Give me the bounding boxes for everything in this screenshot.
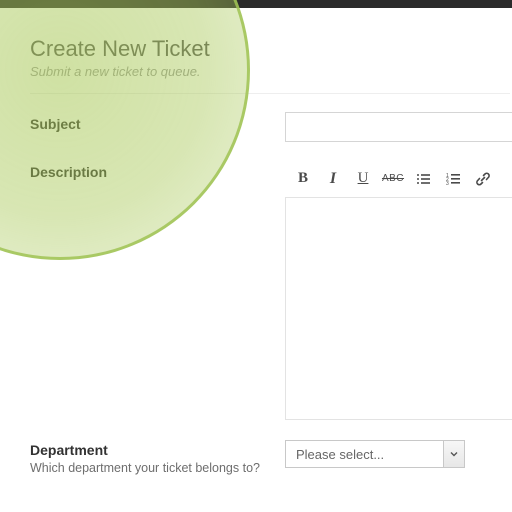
bullet-list-button[interactable]: [409, 165, 437, 193]
italic-button[interactable]: I: [319, 165, 347, 193]
divider: [30, 93, 510, 94]
subject-input[interactable]: [285, 112, 512, 142]
department-help: Which department your ticket belongs to?: [30, 460, 285, 478]
ticket-form: Create New Ticket Submit a new ticket to…: [0, 8, 512, 478]
link-button[interactable]: [469, 165, 497, 193]
rich-text-editor: B I U ABC 123: [285, 160, 512, 420]
department-select[interactable]: Please select...: [285, 440, 465, 468]
svg-text:3: 3: [446, 181, 449, 186]
subject-label: Subject: [30, 116, 285, 132]
subject-row: Subject: [30, 112, 512, 142]
department-label: Department: [30, 442, 285, 458]
strikethrough-button[interactable]: ABC: [379, 165, 407, 193]
bold-button[interactable]: B: [289, 165, 317, 193]
page-title: Create New Ticket: [30, 36, 512, 62]
description-row: Description B I U ABC 123: [30, 160, 512, 420]
numbered-list-button[interactable]: 123: [439, 165, 467, 193]
editor-toolbar: B I U ABC 123: [285, 160, 512, 198]
department-select-value[interactable]: Please select...: [285, 440, 465, 468]
page-subtitle: Submit a new ticket to queue.: [30, 64, 512, 79]
underline-button[interactable]: U: [349, 165, 377, 193]
description-textarea[interactable]: [285, 198, 512, 420]
description-label: Description: [30, 164, 285, 180]
department-row: Department Which department your ticket …: [30, 438, 512, 478]
top-bar: [0, 0, 512, 8]
